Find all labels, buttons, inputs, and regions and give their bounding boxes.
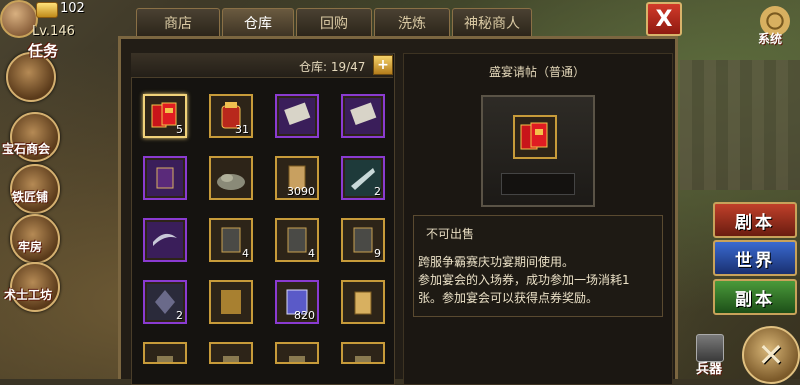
dungeon-button[interactable]: 副本 bbox=[713, 279, 797, 315]
background-wall bbox=[680, 60, 800, 190]
golden-pendant-icon bbox=[345, 284, 381, 320]
inventory-slot[interactable]: 4 bbox=[209, 218, 253, 262]
gold-amount: 102 bbox=[60, 1, 85, 16]
inventory-slot[interactable] bbox=[341, 94, 385, 138]
item-count: 2 bbox=[374, 185, 381, 198]
player-level: Lv.146 bbox=[32, 24, 75, 39]
inventory-count: 仓库: 19/47 bbox=[299, 60, 366, 74]
scenario-button[interactable]: 剧本 bbox=[713, 202, 797, 238]
inventory-slot[interactable]: 5 bbox=[143, 94, 187, 138]
inventory-slot[interactable]: 31 bbox=[209, 94, 253, 138]
sale-status: 不可出售 bbox=[426, 227, 475, 241]
item-count: 9 bbox=[374, 247, 381, 260]
tab-warehouse[interactable]: 仓库 bbox=[222, 8, 294, 37]
expand-slots-button[interactable]: + bbox=[373, 55, 393, 75]
tab-buyback[interactable]: 回购 bbox=[296, 8, 372, 37]
description-line: 张。参加宴会可以获得点券奖励。 bbox=[418, 291, 599, 305]
inventory-slot[interactable] bbox=[143, 218, 187, 262]
item-count: 3090 bbox=[287, 185, 315, 198]
gem-guild-label: 宝石商会 bbox=[2, 142, 51, 156]
tab-shop[interactable]: 商店 bbox=[136, 8, 220, 37]
gold-ingot-icon bbox=[36, 2, 58, 18]
inventory-slot[interactable] bbox=[341, 280, 385, 324]
purple-scroll-icon bbox=[279, 98, 315, 134]
inventory-slot[interactable]: 9 bbox=[341, 218, 385, 262]
weapon-label: 兵器 bbox=[696, 362, 723, 377]
item-count: 820 bbox=[294, 309, 315, 322]
purple-blade-icon bbox=[147, 222, 183, 258]
world-button[interactable]: 世界 bbox=[713, 240, 797, 276]
blacksmith-label: 铁匠铺 bbox=[12, 190, 49, 204]
inventory-slot[interactable]: 4 bbox=[275, 218, 319, 262]
prison-label: 牢房 bbox=[18, 240, 43, 254]
golden-armor-icon bbox=[213, 284, 249, 320]
selected-item-preview bbox=[513, 115, 557, 159]
purple-talisman-icon bbox=[147, 160, 183, 196]
main-menu-close-button[interactable]: ✕ bbox=[742, 326, 800, 384]
inventory-slot[interactable]: 820 bbox=[275, 280, 319, 324]
inventory-slot[interactable] bbox=[209, 280, 253, 324]
close-button[interactable]: X bbox=[646, 2, 682, 36]
purple-scroll-icon bbox=[345, 98, 381, 134]
partial-item-icon bbox=[345, 346, 381, 362]
partial-item-icon bbox=[279, 346, 315, 362]
description-line: 跨服争霸赛庆功宴期间使用。 bbox=[418, 255, 575, 269]
tab-refine[interactable]: 洗炼 bbox=[374, 8, 450, 37]
warlock-workshop-label: 术士工坊 bbox=[4, 288, 53, 302]
inventory-slot[interactable] bbox=[341, 342, 385, 364]
item-count: 4 bbox=[308, 247, 315, 260]
ore-pile-icon bbox=[213, 160, 249, 196]
task-label: 任务 bbox=[28, 42, 59, 60]
inventory-slot[interactable] bbox=[209, 156, 253, 200]
inventory-slot[interactable] bbox=[209, 342, 253, 364]
inventory-slot[interactable] bbox=[143, 156, 187, 200]
inventory-slot[interactable] bbox=[275, 94, 319, 138]
description-line: 参加宴会的入场券，成功参加一场消耗1 bbox=[418, 273, 630, 287]
red-invitation-icon bbox=[520, 122, 548, 150]
partial-item-icon bbox=[213, 346, 249, 362]
tab-mystic-merchant[interactable]: 神秘商人 bbox=[452, 8, 532, 37]
item-count: 4 bbox=[242, 247, 249, 260]
inventory-slot[interactable] bbox=[275, 342, 319, 364]
warehouse-panel: 仓库: 19/47 + 盛宴请帖（普通） 不可出售 跨服争霸赛庆功宴期间使用。 … bbox=[118, 36, 678, 385]
inventory-slot[interactable]: 3090 bbox=[275, 156, 319, 200]
inventory-slot[interactable] bbox=[143, 342, 187, 364]
inventory-slot[interactable]: 2 bbox=[143, 280, 187, 324]
item-count: 5 bbox=[176, 123, 183, 136]
pedestal-bar bbox=[501, 173, 575, 195]
item-title: 盛宴请帖（普通） bbox=[488, 65, 585, 79]
item-count: 2 bbox=[176, 309, 183, 322]
system-label: 系统 bbox=[758, 32, 783, 46]
item-count: 31 bbox=[235, 123, 249, 136]
partial-item-icon bbox=[147, 346, 183, 362]
inventory-slot[interactable]: 2 bbox=[341, 156, 385, 200]
